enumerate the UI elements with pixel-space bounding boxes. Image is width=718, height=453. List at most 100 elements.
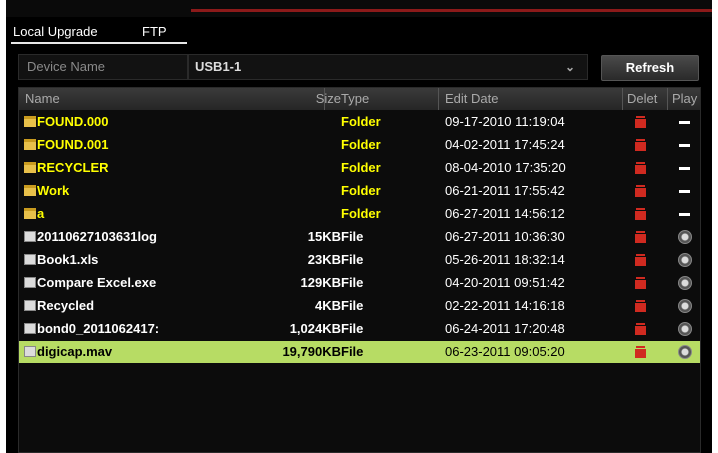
trash-icon[interactable] xyxy=(635,300,646,312)
folder-icon xyxy=(24,139,36,150)
column-header-name[interactable]: Name xyxy=(25,88,215,110)
file-name: Book1.xls xyxy=(37,252,99,267)
file-name: a xyxy=(37,206,45,221)
table-row[interactable]: digicap.mav 19,790KB File 06-23-2011 09:05:… xyxy=(19,341,700,363)
file-edit-date: 02-22-2011 14:16:18 xyxy=(445,298,565,313)
column-header-edit-date[interactable]: Edit Date xyxy=(445,88,625,110)
column-header-play[interactable]: Play xyxy=(672,88,702,110)
table-row[interactable]: Book1.xls 23KB File 05-26-2011 18:32:14 xyxy=(19,249,700,271)
chevron-down-icon[interactable]: ⌄ xyxy=(565,55,575,79)
file-edit-date: 04-02-2011 17:45:24 xyxy=(445,137,565,152)
trash-icon[interactable] xyxy=(635,162,646,174)
file-icon xyxy=(24,300,36,311)
file-type: File xyxy=(341,229,364,244)
file-edit-date: 06-27-2011 14:56:12 xyxy=(445,206,565,221)
trash-icon[interactable] xyxy=(635,116,646,128)
no-play-icon xyxy=(679,121,690,124)
table-row[interactable]: Compare Excel.exe 129KB File 04-20-2011 09:… xyxy=(19,272,700,294)
file-edit-date: 06-23-2011 09:05:20 xyxy=(445,344,565,359)
file-edit-date: 06-21-2011 17:55:42 xyxy=(445,183,565,198)
file-type: Folder xyxy=(341,183,381,198)
play-icon[interactable] xyxy=(678,345,692,359)
trash-icon[interactable] xyxy=(635,254,646,266)
trash-icon[interactable] xyxy=(635,139,646,151)
trash-icon[interactable] xyxy=(635,323,646,335)
file-size: 23KB xyxy=(307,252,341,267)
file-size xyxy=(223,111,341,133)
column-header-type[interactable]: Type xyxy=(341,88,421,110)
file-name: 20110627103631log xyxy=(37,229,157,244)
trash-icon[interactable] xyxy=(635,346,646,358)
trash-icon[interactable] xyxy=(635,208,646,220)
device-select[interactable]: USB1-1 ⌄ xyxy=(188,54,588,80)
file-size: 19,790KB xyxy=(282,344,341,359)
table-row[interactable]: Work Folder 06-21-2011 17:55:42 xyxy=(19,180,700,202)
file-type: File xyxy=(341,252,364,267)
upgrade-panel: Local Upgrade FTP Device Name USB1-1 ⌄ R… xyxy=(6,0,712,453)
trash-icon[interactable] xyxy=(635,277,646,289)
device-name-label: Device Name xyxy=(18,54,188,80)
table-row[interactable]: a Folder 06-27-2011 14:56:12 xyxy=(19,203,700,225)
folder-icon xyxy=(24,162,36,173)
file-edit-date: 05-26-2011 18:32:14 xyxy=(445,252,565,267)
file-size: 129KB xyxy=(300,275,341,290)
play-icon[interactable] xyxy=(678,230,692,244)
column-header-delete[interactable]: Delet xyxy=(627,88,667,110)
accent-line xyxy=(191,9,712,12)
file-type: Folder xyxy=(341,160,381,175)
file-type: Folder xyxy=(341,114,381,129)
table-row[interactable]: FOUND.001 Folder 04-02-2011 17:45:24 xyxy=(19,134,700,156)
table-row[interactable]: RECYCLER Folder 08-04-2010 17:35:20 xyxy=(19,157,700,179)
file-size: 15KB xyxy=(307,229,341,244)
trash-icon[interactable] xyxy=(635,185,646,197)
play-icon[interactable] xyxy=(678,299,692,313)
file-size xyxy=(223,180,341,202)
file-size xyxy=(223,203,341,225)
no-play-icon xyxy=(679,144,690,147)
table-row[interactable]: Recycled 4KB File 02-22-2011 14:16:18 xyxy=(19,295,700,317)
tab-local-upgrade[interactable]: Local Upgrade xyxy=(11,23,126,41)
table-header: Name Size Type Edit Date Delet Play xyxy=(19,88,700,110)
file-size: 4KB xyxy=(314,298,341,313)
file-type: File xyxy=(341,298,364,313)
trash-icon[interactable] xyxy=(635,231,646,243)
tab-underline xyxy=(11,42,187,44)
play-icon[interactable] xyxy=(678,276,692,290)
no-play-icon xyxy=(679,190,690,193)
file-type: File xyxy=(341,321,364,336)
file-size xyxy=(223,134,341,156)
file-edit-date: 08-04-2010 17:35:20 xyxy=(445,160,566,175)
table-row[interactable]: bond0_2011062417: 1,024KB File 06-24-2011 1… xyxy=(19,318,700,340)
no-play-icon xyxy=(679,213,690,216)
file-edit-date: 06-27-2011 10:36:30 xyxy=(445,229,565,244)
file-icon xyxy=(24,323,36,334)
file-icon xyxy=(24,231,36,242)
table-row[interactable]: 20110627103631log 15KB File 06-27-2011 10:3… xyxy=(19,226,700,248)
no-play-icon xyxy=(679,167,690,170)
play-icon[interactable] xyxy=(678,253,692,267)
file-edit-date: 06-24-2011 17:20:48 xyxy=(445,321,565,336)
file-name: FOUND.000 xyxy=(37,114,109,129)
tab-ftp[interactable]: FTP xyxy=(142,23,182,41)
play-icon[interactable] xyxy=(678,322,692,336)
file-name: bond0_2011062417: xyxy=(37,321,160,336)
folder-icon xyxy=(24,116,36,127)
folder-icon xyxy=(24,185,36,196)
file-edit-date: 04-20-2011 09:51:42 xyxy=(445,275,565,290)
refresh-button[interactable]: Refresh xyxy=(601,55,699,81)
file-size: 1,024KB xyxy=(289,321,341,336)
table-row[interactable]: FOUND.000 Folder 09-17-2010 11:19:04 xyxy=(19,111,700,133)
file-table: Name Size Type Edit Date Delet Play FOUN… xyxy=(18,87,701,453)
file-icon xyxy=(24,254,36,265)
file-icon xyxy=(24,277,36,288)
file-name: Recycled xyxy=(37,298,95,313)
file-name: Work xyxy=(37,183,70,198)
file-icon xyxy=(24,346,36,357)
file-type: File xyxy=(341,344,364,359)
device-select-value: USB1-1 xyxy=(195,59,242,74)
folder-icon xyxy=(24,208,36,219)
file-name: RECYCLER xyxy=(37,160,109,175)
file-type: File xyxy=(341,275,364,290)
column-header-size[interactable]: Size xyxy=(295,88,341,110)
file-type: Folder xyxy=(341,137,381,152)
